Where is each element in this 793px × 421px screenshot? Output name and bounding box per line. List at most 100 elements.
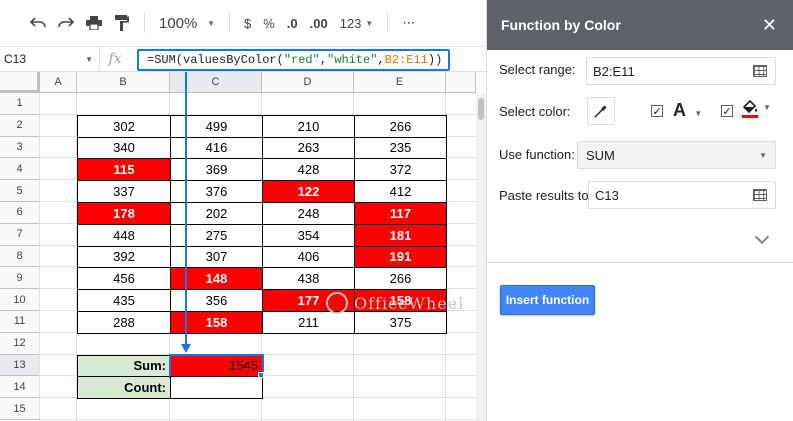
- row-header-7[interactable]: 7: [0, 223, 40, 246]
- column-header-e[interactable]: E: [354, 72, 446, 93]
- data-cell[interactable]: 438: [262, 267, 355, 291]
- data-cell[interactable]: 248: [262, 202, 355, 225]
- row-header-15[interactable]: 15: [0, 398, 40, 420]
- data-cell[interactable]: 202: [170, 202, 263, 225]
- row-header-8[interactable]: 8: [0, 245, 40, 268]
- more-options-button[interactable]: ⋯: [396, 9, 421, 37]
- column-header-a[interactable]: A: [40, 72, 77, 93]
- officewheel-logo-icon: [326, 292, 348, 314]
- data-cell[interactable]: 499: [170, 114, 263, 138]
- row-header-6[interactable]: 6: [0, 202, 40, 224]
- sum-result-cell[interactable]: 1545: [169, 353, 264, 379]
- row-header-4[interactable]: 4: [0, 158, 40, 181]
- currency-format-button[interactable]: $: [238, 9, 257, 37]
- chevron-down-icon[interactable]: [754, 229, 770, 245]
- column-header-d[interactable]: D: [262, 72, 354, 93]
- data-cell[interactable]: 158: [170, 311, 263, 334]
- data-cell[interactable]: 392: [77, 245, 171, 269]
- fill-color-checkbox[interactable]: ✓: [721, 105, 733, 118]
- data-cell[interactable]: 122: [262, 180, 355, 203]
- percent-format-button[interactable]: %: [257, 9, 281, 37]
- insert-function-button[interactable]: Insert function: [500, 285, 595, 315]
- data-cell[interactable]: 375: [354, 311, 447, 334]
- row-header-13[interactable]: 13: [0, 354, 40, 377]
- data-cell[interactable]: 288: [77, 311, 171, 334]
- data-cell[interactable]: 117: [354, 202, 447, 225]
- more-formats-select[interactable]: 123 ▼: [334, 9, 380, 37]
- data-cell[interactable]: 266: [354, 267, 447, 291]
- data-cell[interactable]: 354: [262, 223, 355, 247]
- paint-format-icon[interactable]: [108, 9, 136, 37]
- data-cell[interactable]: 372: [354, 158, 447, 182]
- spreadsheet-grid[interactable]: A B C D E 1 2 3 4 5 6 7 8 9 10 11 12 13 14 15 302 499 210 266 34…: [0, 72, 486, 421]
- data-cell[interactable]: 337: [77, 180, 171, 203]
- select-range-input[interactable]: B2:E11: [586, 57, 776, 85]
- data-cell[interactable]: 263: [262, 136, 355, 160]
- column-header-c[interactable]: C: [170, 72, 262, 93]
- grid-select-icon[interactable]: [753, 65, 767, 77]
- row-header-14[interactable]: 14: [0, 376, 40, 399]
- data-cell[interactable]: 456: [77, 267, 171, 291]
- text-color-checkbox[interactable]: ✓: [651, 105, 663, 118]
- data-cell[interactable]: 340: [77, 136, 171, 160]
- row-header-12[interactable]: 12: [0, 332, 40, 355]
- fill-handle[interactable]: [258, 372, 264, 379]
- fill-color-button[interactable]: ▼: [741, 99, 771, 122]
- count-label-cell[interactable]: Count:: [77, 376, 171, 400]
- data-cell[interactable]: 115: [77, 158, 171, 182]
- use-function-value: SUM: [586, 147, 615, 163]
- print-icon[interactable]: [80, 9, 108, 37]
- grid-select-icon[interactable]: [753, 189, 767, 201]
- data-cell[interactable]: 148: [170, 267, 263, 291]
- increase-decimal-label: .00: [309, 15, 328, 31]
- data-cell[interactable]: 266: [354, 114, 447, 138]
- select-all-corner[interactable]: [0, 72, 40, 93]
- formula-part: ,: [319, 53, 328, 67]
- data-cell[interactable]: 416: [170, 136, 263, 160]
- row-header-2[interactable]: 2: [0, 114, 40, 137]
- color-picker-button[interactable]: [587, 97, 615, 125]
- use-function-select[interactable]: SUM ▼: [577, 141, 776, 169]
- formula-input[interactable]: =SUM(valuesByColor( "red" , "white" , B2…: [137, 49, 450, 71]
- row-header-10[interactable]: 10: [0, 289, 40, 311]
- data-cell[interactable]: 210: [262, 114, 355, 138]
- name-box[interactable]: C13 ▼: [0, 47, 100, 71]
- close-icon[interactable]: ✕: [762, 15, 777, 36]
- data-cell[interactable]: 178: [77, 202, 171, 225]
- row-header-9[interactable]: 9: [0, 267, 40, 290]
- sum-label-cell[interactable]: Sum:: [77, 354, 171, 378]
- text-color-button[interactable]: A ▼: [673, 100, 702, 121]
- row-header-5[interactable]: 5: [0, 180, 40, 202]
- data-cell[interactable]: 275: [170, 223, 263, 247]
- data-cell[interactable]: 235: [354, 136, 447, 160]
- data-cell[interactable]: 435: [77, 289, 171, 312]
- increase-decimal-button[interactable]: .00: [304, 9, 334, 37]
- count-result-cell[interactable]: [170, 376, 263, 400]
- scrollbar-thumb[interactable]: [478, 98, 484, 120]
- column-header-b[interactable]: B: [77, 72, 170, 93]
- data-cell[interactable]: 448: [77, 223, 171, 247]
- data-cell[interactable]: 428: [262, 158, 355, 182]
- paste-results-input[interactable]: C13: [588, 181, 776, 209]
- row-header-11[interactable]: 11: [0, 311, 40, 333]
- data-cell[interactable]: 302: [77, 114, 171, 138]
- zoom-select[interactable]: 100% ▼: [153, 9, 221, 37]
- decrease-decimal-button[interactable]: .0: [281, 9, 304, 37]
- redo-icon[interactable]: [52, 9, 80, 37]
- use-function-row: Use function:: [499, 147, 575, 162]
- data-cell[interactable]: 191: [354, 245, 447, 269]
- data-cell[interactable]: 307: [170, 245, 263, 269]
- data-cell[interactable]: 356: [170, 289, 263, 312]
- vertical-scrollbar[interactable]: [476, 93, 486, 421]
- dropdown-arrow-icon: ▼: [365, 18, 374, 28]
- data-cell[interactable]: 376: [170, 180, 263, 203]
- data-cell[interactable]: 181: [354, 223, 447, 247]
- data-cell[interactable]: 211: [262, 311, 355, 334]
- row-header-3[interactable]: 3: [0, 136, 40, 159]
- data-cell[interactable]: 369: [170, 158, 263, 182]
- undo-icon[interactable]: [24, 9, 52, 37]
- select-range-label: Select range:: [499, 62, 576, 77]
- data-cell[interactable]: 412: [354, 180, 447, 203]
- data-cell[interactable]: 406: [262, 245, 355, 269]
- row-header-1[interactable]: 1: [0, 93, 40, 115]
